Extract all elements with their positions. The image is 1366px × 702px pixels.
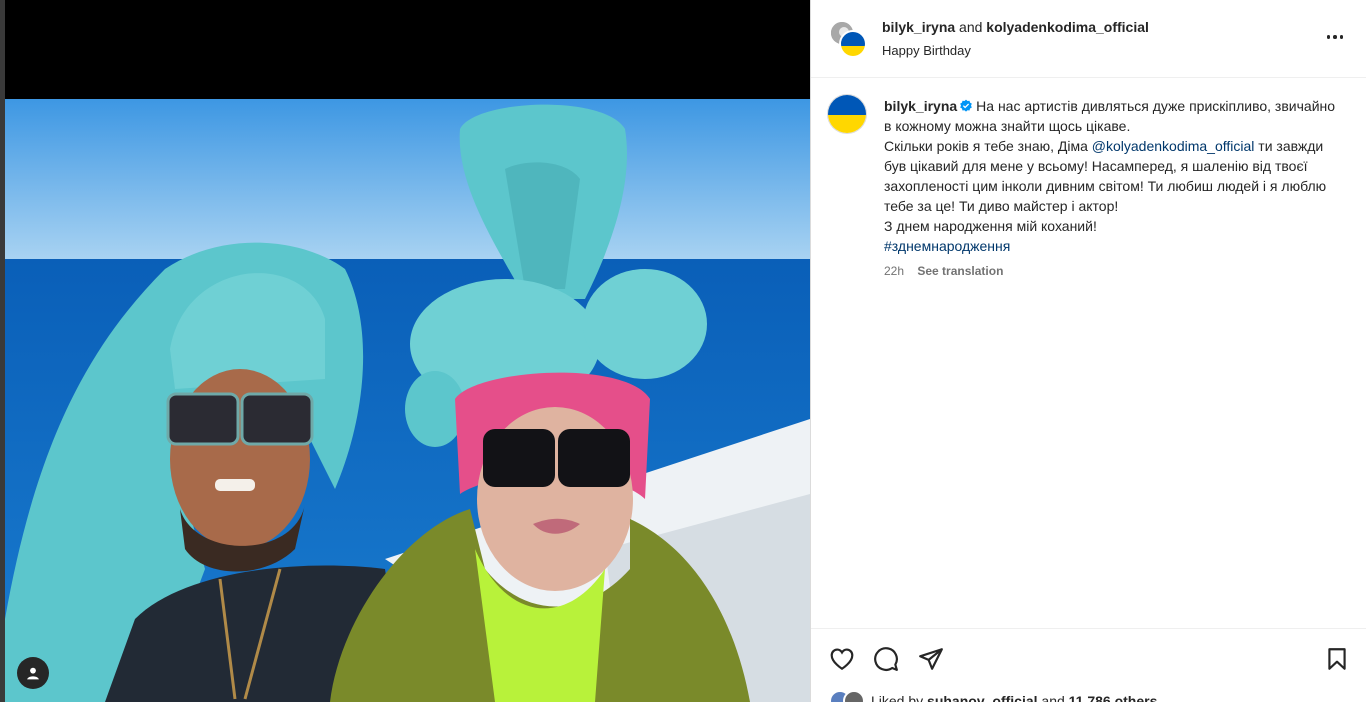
- header-user2-link[interactable]: kolyadenkodima_official: [986, 19, 1149, 35]
- ukraine-flag-icon: [841, 32, 865, 56]
- send-icon: [919, 648, 943, 670]
- caption-meta: 22h See translation: [884, 264, 1003, 278]
- save-button[interactable]: [1323, 645, 1351, 673]
- ukraine-flag-icon: [828, 95, 866, 133]
- likes-user-link[interactable]: suhanov_official: [927, 693, 1037, 702]
- caption-hashtag-link[interactable]: #зднемнародження: [884, 238, 1010, 254]
- caption-line3: З днем народження мій коханий!: [884, 218, 1097, 234]
- more-options-button[interactable]: [1322, 27, 1348, 47]
- caption-text: bilyk_iryna На нас артистів дивляться дуж…: [884, 96, 1344, 256]
- likes-prefix: Liked by: [871, 693, 924, 702]
- caption-mention-link[interactable]: @kolyadenkodima_official: [1092, 138, 1255, 154]
- header-and-text: and: [959, 19, 983, 35]
- user-tag-button[interactable]: [17, 657, 49, 689]
- avatar-bilyk-iryna[interactable]: [839, 30, 867, 58]
- liker-avatar: [843, 690, 865, 702]
- comment-icon: [874, 647, 898, 671]
- caption-line2-start: Скільки років я тебе знаю, Діма: [884, 138, 1092, 154]
- verified-badge-icon: [960, 99, 972, 112]
- collab-avatars[interactable]: [829, 20, 867, 58]
- post-detail-panel: bilyk_iryna and kolyadenkodima_official …: [810, 0, 1366, 702]
- likes-summary[interactable]: Liked by suhanov_official and 11,786 oth…: [829, 690, 1158, 702]
- collab-usernames: bilyk_iryna and kolyadenkodima_official: [882, 19, 1149, 35]
- likes-and: and: [1041, 693, 1065, 702]
- heart-icon: [830, 648, 854, 671]
- post-media[interactable]: [0, 0, 810, 702]
- caption-avatar[interactable]: [827, 94, 867, 134]
- photo-illustration: [5, 99, 810, 702]
- more-horizontal-icon: [1326, 35, 1331, 39]
- more-horizontal-icon: [1339, 35, 1344, 39]
- user-tag-icon: [27, 667, 39, 680]
- post-photo[interactable]: [5, 99, 810, 702]
- action-bar: Liked by suhanov_official and 11,786 oth…: [811, 628, 1366, 702]
- caption-username[interactable]: bilyk_iryna: [884, 98, 957, 114]
- more-horizontal-icon: [1333, 35, 1337, 39]
- header-user1-link[interactable]: bilyk_iryna: [882, 19, 955, 35]
- post-header: bilyk_iryna and kolyadenkodima_official …: [811, 0, 1366, 78]
- post-timestamp[interactable]: 22h: [884, 264, 904, 278]
- bookmark-icon: [1328, 648, 1346, 670]
- share-button[interactable]: [917, 645, 945, 673]
- likes-count-link[interactable]: 11,786 others: [1069, 693, 1158, 702]
- see-translation-button[interactable]: See translation: [917, 264, 1003, 278]
- post-location-subtitle[interactable]: Happy Birthday: [882, 43, 971, 58]
- comment-button[interactable]: [872, 645, 900, 673]
- like-button[interactable]: [828, 645, 856, 673]
